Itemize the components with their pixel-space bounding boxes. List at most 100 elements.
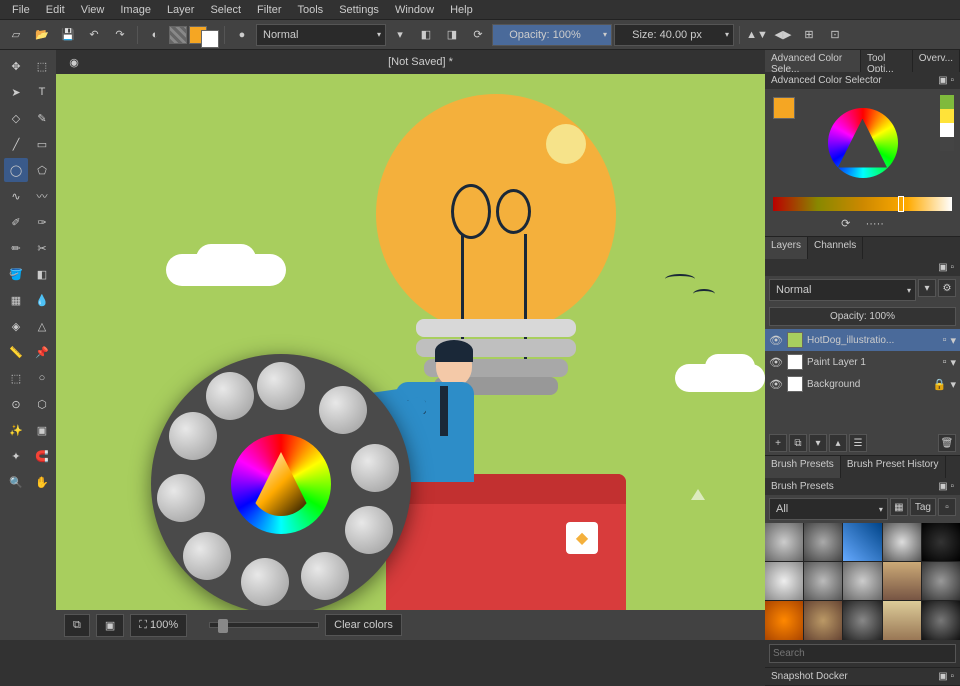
brush-preset[interactable] xyxy=(843,601,881,639)
popup-brush-slot[interactable] xyxy=(241,558,289,606)
bg-color-swatch[interactable] xyxy=(201,30,219,48)
gradient-tool[interactable]: ◧ xyxy=(30,262,54,286)
crop-tool[interactable]: ✂ xyxy=(30,236,54,260)
similar-select-tool[interactable]: ▣ xyxy=(30,418,54,442)
smart-patch-tool[interactable]: ◈ xyxy=(4,314,28,338)
tab-brush-history[interactable]: Brush Preset History xyxy=(841,456,946,478)
measure-tool[interactable]: 📏 xyxy=(4,340,28,364)
view-mode-icon[interactable]: ▦ xyxy=(890,498,908,516)
zoom-tool[interactable]: 🔍 xyxy=(4,470,28,494)
visibility-icon[interactable]: 👁 xyxy=(769,334,783,347)
brush-preset[interactable] xyxy=(883,562,921,600)
alpha-lock-icon[interactable]: ◨ xyxy=(440,23,464,47)
menu-select[interactable]: Select xyxy=(202,2,249,18)
freehand-tool[interactable]: 〰 xyxy=(30,184,54,208)
layer-row[interactable]: 👁 Background 🔒 ▾ xyxy=(765,373,960,395)
fill-tool[interactable]: 🪣 xyxy=(4,262,28,286)
move-down-button[interactable]: ▾ xyxy=(809,434,827,452)
brush-preset[interactable] xyxy=(922,562,960,600)
popup-brush-slot[interactable] xyxy=(169,412,217,460)
redo-button[interactable]: ↷ xyxy=(108,23,132,47)
brush-preset[interactable] xyxy=(883,601,921,639)
layer-row[interactable]: 👁 Paint Layer 1 ▫ ▾ xyxy=(765,351,960,373)
tab-brush-presets[interactable]: Brush Presets xyxy=(765,456,841,478)
alpha-icon[interactable]: ▫ xyxy=(943,334,947,346)
popup-brush-slot[interactable] xyxy=(345,506,393,554)
undo-button[interactable]: ↶ xyxy=(82,23,106,47)
layer-opacity-slider[interactable]: Opacity: 100% xyxy=(769,307,956,326)
gradient-icon[interactable]: ◐ xyxy=(143,23,167,47)
freehand-select-tool[interactable]: ⊙ xyxy=(4,392,28,416)
duplicate-layer-button[interactable]: ⧉ xyxy=(789,434,807,452)
add-layer-button[interactable]: + xyxy=(769,434,787,452)
hue-slider[interactable] xyxy=(773,197,952,211)
multibrush-tool[interactable]: ✑ xyxy=(30,210,54,234)
transform-tool[interactable]: ⬚ xyxy=(30,54,54,78)
brush-preset[interactable] xyxy=(922,601,960,639)
more-icon[interactable]: ▾ xyxy=(950,334,956,347)
polygonal-select-tool[interactable]: ⬡ xyxy=(30,392,54,416)
canvas[interactable]: ◆ xyxy=(56,74,765,610)
popup-brush-slot[interactable] xyxy=(206,372,254,420)
popup-color-wheel[interactable] xyxy=(231,434,331,534)
wrap-icon[interactable]: ⊞ xyxy=(797,23,821,47)
tab-tool-options[interactable]: Tool Opti... xyxy=(861,50,913,72)
brush-preset[interactable] xyxy=(922,523,960,561)
line-tool[interactable]: ╱ xyxy=(4,132,28,156)
polygon-tool[interactable]: ⬠ xyxy=(30,158,54,182)
dynamic-brush-tool[interactable]: ✐ xyxy=(4,210,28,234)
blend-mode-dropdown[interactable]: Normal xyxy=(256,24,386,46)
brush-preset[interactable] xyxy=(804,523,842,561)
brush-preset[interactable] xyxy=(804,562,842,600)
eraser-toggle-icon[interactable]: ◧ xyxy=(414,23,438,47)
brush-preset[interactable] xyxy=(765,562,803,600)
visibility-icon[interactable]: 👁 xyxy=(769,378,783,391)
popup-brush-slot[interactable] xyxy=(301,552,349,600)
workspace-icon[interactable]: ⊡ xyxy=(823,23,847,47)
tab-overview[interactable]: Overv... xyxy=(913,50,960,72)
wrap-view-button[interactable]: ▣ xyxy=(96,614,124,637)
storage-icon[interactable]: ▫ xyxy=(938,498,956,516)
color-picker-tool[interactable]: 💧 xyxy=(30,288,54,312)
popup-palette[interactable] xyxy=(151,354,411,610)
brush-preset[interactable] xyxy=(765,523,803,561)
panel-controls-icon[interactable]: ▣ ▫ xyxy=(938,671,954,682)
brush-preset[interactable] xyxy=(765,601,803,639)
refresh-history-icon[interactable]: ⟳ ····· xyxy=(769,215,956,232)
menu-filter[interactable]: Filter xyxy=(249,2,289,18)
menu-settings[interactable]: Settings xyxy=(331,2,387,18)
clear-colors-button[interactable]: Clear colors xyxy=(325,614,402,636)
current-color-swatch[interactable] xyxy=(773,97,795,119)
zoom-display[interactable]: ⛶ 100% xyxy=(130,614,187,637)
mirror-view-button[interactable]: ⧉ xyxy=(64,614,90,637)
layer-properties-button[interactable]: ☰ xyxy=(849,434,867,452)
pattern-swatch[interactable] xyxy=(169,26,187,44)
more-icon[interactable]: ▾ xyxy=(950,378,956,391)
edit-shapes-tool[interactable]: ✏ xyxy=(4,236,28,260)
ellipse-tool[interactable]: ◯ xyxy=(4,158,28,182)
calligraphy-tool[interactable]: ✎ xyxy=(30,106,54,130)
panel-controls-icon[interactable]: ▣ ▫ xyxy=(938,262,954,273)
save-button[interactable]: 💾 xyxy=(56,23,80,47)
chevron-down-icon[interactable]: ▾ xyxy=(388,23,412,47)
visibility-icon[interactable]: 👁 xyxy=(769,356,783,369)
filter-icon[interactable]: ▾ xyxy=(918,279,936,297)
delete-layer-button[interactable]: 🗑 xyxy=(938,434,956,452)
reload-preset-icon[interactable]: ⟳ xyxy=(466,23,490,47)
rect-select-tool[interactable]: ⬚ xyxy=(4,366,28,390)
new-button[interactable]: ▱ xyxy=(4,23,28,47)
bezier-tool[interactable]: ∿ xyxy=(4,184,28,208)
text-tool[interactable]: T xyxy=(30,80,54,104)
mirror-h-icon[interactable]: ▲▼ xyxy=(745,23,769,47)
popup-brush-slot[interactable] xyxy=(157,474,205,522)
tab-color-selector[interactable]: Advanced Color Sele... xyxy=(765,50,861,72)
brush-search-input[interactable] xyxy=(769,644,956,663)
brush-filter-dropdown[interactable]: All xyxy=(769,498,888,520)
panel-controls-icon[interactable]: ▣ ▫ xyxy=(938,481,954,492)
popup-brush-slot[interactable] xyxy=(351,444,399,492)
tab-channels[interactable]: Channels xyxy=(808,237,863,259)
alpha-icon[interactable]: ▫ xyxy=(943,356,947,368)
layer-blend-dropdown[interactable]: Normal xyxy=(769,279,916,301)
more-icon[interactable]: ▾ xyxy=(950,356,956,369)
tag-button[interactable]: Tag xyxy=(910,498,936,516)
